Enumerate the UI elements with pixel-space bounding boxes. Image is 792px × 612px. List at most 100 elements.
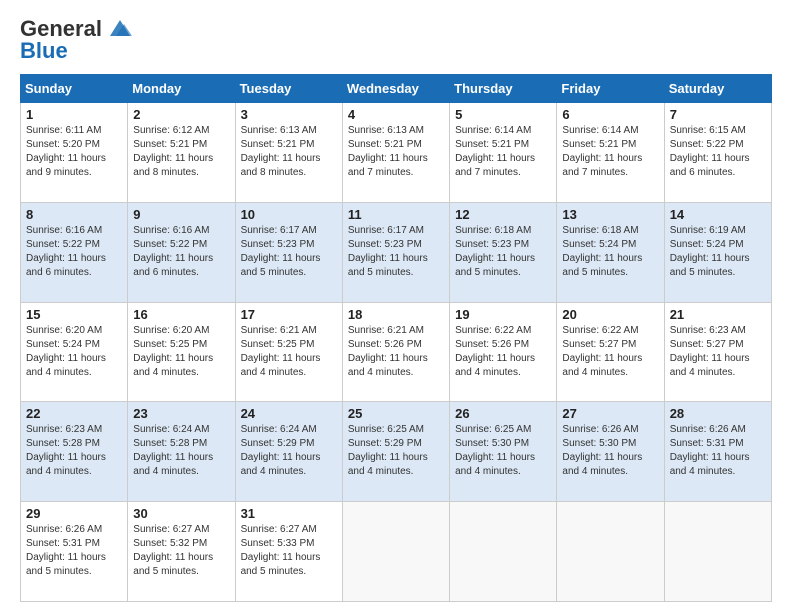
calendar-cell bbox=[557, 502, 664, 602]
day-number: 12 bbox=[455, 207, 551, 222]
day-number: 24 bbox=[241, 406, 337, 421]
day-number: 3 bbox=[241, 107, 337, 122]
logo-blue: Blue bbox=[20, 38, 68, 64]
calendar-cell: 12 Sunrise: 6:18 AM Sunset: 5:23 PM Dayl… bbox=[450, 202, 557, 302]
day-info: Sunrise: 6:17 AM Sunset: 5:23 PM Dayligh… bbox=[348, 224, 444, 280]
calendar-cell: 20 Sunrise: 6:22 AM Sunset: 5:27 PM Dayl… bbox=[557, 302, 664, 402]
day-number: 6 bbox=[562, 107, 658, 122]
calendar-header-row: SundayMondayTuesdayWednesdayThursdayFrid… bbox=[21, 75, 772, 103]
calendar-cell: 18 Sunrise: 6:21 AM Sunset: 5:26 PM Dayl… bbox=[342, 302, 449, 402]
calendar-cell: 17 Sunrise: 6:21 AM Sunset: 5:25 PM Dayl… bbox=[235, 302, 342, 402]
logo-icon bbox=[106, 18, 134, 40]
calendar-header-thursday: Thursday bbox=[450, 75, 557, 103]
day-number: 29 bbox=[26, 506, 122, 521]
calendar-header-friday: Friday bbox=[557, 75, 664, 103]
day-info: Sunrise: 6:26 AM Sunset: 5:30 PM Dayligh… bbox=[562, 423, 658, 479]
calendar-cell: 23 Sunrise: 6:24 AM Sunset: 5:28 PM Dayl… bbox=[128, 402, 235, 502]
day-info: Sunrise: 6:27 AM Sunset: 5:33 PM Dayligh… bbox=[241, 523, 337, 579]
day-info: Sunrise: 6:12 AM Sunset: 5:21 PM Dayligh… bbox=[133, 124, 229, 180]
day-number: 19 bbox=[455, 307, 551, 322]
calendar-cell: 31 Sunrise: 6:27 AM Sunset: 5:33 PM Dayl… bbox=[235, 502, 342, 602]
calendar-cell bbox=[342, 502, 449, 602]
calendar-cell: 10 Sunrise: 6:17 AM Sunset: 5:23 PM Dayl… bbox=[235, 202, 342, 302]
calendar-cell: 28 Sunrise: 6:26 AM Sunset: 5:31 PM Dayl… bbox=[664, 402, 771, 502]
day-number: 26 bbox=[455, 406, 551, 421]
day-info: Sunrise: 6:18 AM Sunset: 5:24 PM Dayligh… bbox=[562, 224, 658, 280]
calendar-cell: 21 Sunrise: 6:23 AM Sunset: 5:27 PM Dayl… bbox=[664, 302, 771, 402]
calendar-cell: 9 Sunrise: 6:16 AM Sunset: 5:22 PM Dayli… bbox=[128, 202, 235, 302]
calendar-cell: 25 Sunrise: 6:25 AM Sunset: 5:29 PM Dayl… bbox=[342, 402, 449, 502]
day-info: Sunrise: 6:18 AM Sunset: 5:23 PM Dayligh… bbox=[455, 224, 551, 280]
calendar-cell: 24 Sunrise: 6:24 AM Sunset: 5:29 PM Dayl… bbox=[235, 402, 342, 502]
day-info: Sunrise: 6:26 AM Sunset: 5:31 PM Dayligh… bbox=[26, 523, 122, 579]
day-number: 11 bbox=[348, 207, 444, 222]
calendar-week-5: 29 Sunrise: 6:26 AM Sunset: 5:31 PM Dayl… bbox=[21, 502, 772, 602]
day-number: 18 bbox=[348, 307, 444, 322]
day-number: 4 bbox=[348, 107, 444, 122]
calendar-week-1: 1 Sunrise: 6:11 AM Sunset: 5:20 PM Dayli… bbox=[21, 103, 772, 203]
day-number: 28 bbox=[670, 406, 766, 421]
calendar-table: SundayMondayTuesdayWednesdayThursdayFrid… bbox=[20, 74, 772, 602]
day-info: Sunrise: 6:11 AM Sunset: 5:20 PM Dayligh… bbox=[26, 124, 122, 180]
day-number: 8 bbox=[26, 207, 122, 222]
day-info: Sunrise: 6:25 AM Sunset: 5:30 PM Dayligh… bbox=[455, 423, 551, 479]
day-info: Sunrise: 6:16 AM Sunset: 5:22 PM Dayligh… bbox=[133, 224, 229, 280]
calendar-cell: 29 Sunrise: 6:26 AM Sunset: 5:31 PM Dayl… bbox=[21, 502, 128, 602]
day-info: Sunrise: 6:16 AM Sunset: 5:22 PM Dayligh… bbox=[26, 224, 122, 280]
calendar-cell: 30 Sunrise: 6:27 AM Sunset: 5:32 PM Dayl… bbox=[128, 502, 235, 602]
calendar-header-sunday: Sunday bbox=[21, 75, 128, 103]
day-number: 14 bbox=[670, 207, 766, 222]
day-number: 1 bbox=[26, 107, 122, 122]
day-info: Sunrise: 6:14 AM Sunset: 5:21 PM Dayligh… bbox=[562, 124, 658, 180]
day-number: 31 bbox=[241, 506, 337, 521]
calendar-cell: 27 Sunrise: 6:26 AM Sunset: 5:30 PM Dayl… bbox=[557, 402, 664, 502]
day-number: 23 bbox=[133, 406, 229, 421]
day-number: 15 bbox=[26, 307, 122, 322]
day-info: Sunrise: 6:25 AM Sunset: 5:29 PM Dayligh… bbox=[348, 423, 444, 479]
day-number: 16 bbox=[133, 307, 229, 322]
day-number: 21 bbox=[670, 307, 766, 322]
day-number: 7 bbox=[670, 107, 766, 122]
calendar-cell: 26 Sunrise: 6:25 AM Sunset: 5:30 PM Dayl… bbox=[450, 402, 557, 502]
day-info: Sunrise: 6:14 AM Sunset: 5:21 PM Dayligh… bbox=[455, 124, 551, 180]
calendar-cell bbox=[664, 502, 771, 602]
day-info: Sunrise: 6:20 AM Sunset: 5:25 PM Dayligh… bbox=[133, 324, 229, 380]
calendar-cell: 13 Sunrise: 6:18 AM Sunset: 5:24 PM Dayl… bbox=[557, 202, 664, 302]
calendar-cell: 19 Sunrise: 6:22 AM Sunset: 5:26 PM Dayl… bbox=[450, 302, 557, 402]
calendar-cell: 2 Sunrise: 6:12 AM Sunset: 5:21 PM Dayli… bbox=[128, 103, 235, 203]
day-info: Sunrise: 6:24 AM Sunset: 5:28 PM Dayligh… bbox=[133, 423, 229, 479]
day-number: 27 bbox=[562, 406, 658, 421]
calendar-cell: 16 Sunrise: 6:20 AM Sunset: 5:25 PM Dayl… bbox=[128, 302, 235, 402]
calendar-cell: 5 Sunrise: 6:14 AM Sunset: 5:21 PM Dayli… bbox=[450, 103, 557, 203]
day-info: Sunrise: 6:22 AM Sunset: 5:27 PM Dayligh… bbox=[562, 324, 658, 380]
day-info: Sunrise: 6:22 AM Sunset: 5:26 PM Dayligh… bbox=[455, 324, 551, 380]
calendar-cell: 6 Sunrise: 6:14 AM Sunset: 5:21 PM Dayli… bbox=[557, 103, 664, 203]
calendar-cell: 3 Sunrise: 6:13 AM Sunset: 5:21 PM Dayli… bbox=[235, 103, 342, 203]
day-info: Sunrise: 6:13 AM Sunset: 5:21 PM Dayligh… bbox=[241, 124, 337, 180]
calendar-week-4: 22 Sunrise: 6:23 AM Sunset: 5:28 PM Dayl… bbox=[21, 402, 772, 502]
calendar-header-saturday: Saturday bbox=[664, 75, 771, 103]
calendar-cell: 1 Sunrise: 6:11 AM Sunset: 5:20 PM Dayli… bbox=[21, 103, 128, 203]
calendar-week-2: 8 Sunrise: 6:16 AM Sunset: 5:22 PM Dayli… bbox=[21, 202, 772, 302]
day-info: Sunrise: 6:17 AM Sunset: 5:23 PM Dayligh… bbox=[241, 224, 337, 280]
calendar-cell bbox=[450, 502, 557, 602]
day-number: 17 bbox=[241, 307, 337, 322]
day-info: Sunrise: 6:23 AM Sunset: 5:28 PM Dayligh… bbox=[26, 423, 122, 479]
day-number: 25 bbox=[348, 406, 444, 421]
day-number: 10 bbox=[241, 207, 337, 222]
day-info: Sunrise: 6:15 AM Sunset: 5:22 PM Dayligh… bbox=[670, 124, 766, 180]
day-number: 9 bbox=[133, 207, 229, 222]
calendar-cell: 14 Sunrise: 6:19 AM Sunset: 5:24 PM Dayl… bbox=[664, 202, 771, 302]
day-info: Sunrise: 6:26 AM Sunset: 5:31 PM Dayligh… bbox=[670, 423, 766, 479]
header: General Blue bbox=[20, 16, 772, 64]
day-number: 22 bbox=[26, 406, 122, 421]
calendar-cell: 15 Sunrise: 6:20 AM Sunset: 5:24 PM Dayl… bbox=[21, 302, 128, 402]
day-info: Sunrise: 6:19 AM Sunset: 5:24 PM Dayligh… bbox=[670, 224, 766, 280]
day-info: Sunrise: 6:27 AM Sunset: 5:32 PM Dayligh… bbox=[133, 523, 229, 579]
day-info: Sunrise: 6:21 AM Sunset: 5:25 PM Dayligh… bbox=[241, 324, 337, 380]
calendar-header-monday: Monday bbox=[128, 75, 235, 103]
logo: General Blue bbox=[20, 16, 134, 64]
day-info: Sunrise: 6:20 AM Sunset: 5:24 PM Dayligh… bbox=[26, 324, 122, 380]
day-info: Sunrise: 6:24 AM Sunset: 5:29 PM Dayligh… bbox=[241, 423, 337, 479]
calendar-cell: 8 Sunrise: 6:16 AM Sunset: 5:22 PM Dayli… bbox=[21, 202, 128, 302]
